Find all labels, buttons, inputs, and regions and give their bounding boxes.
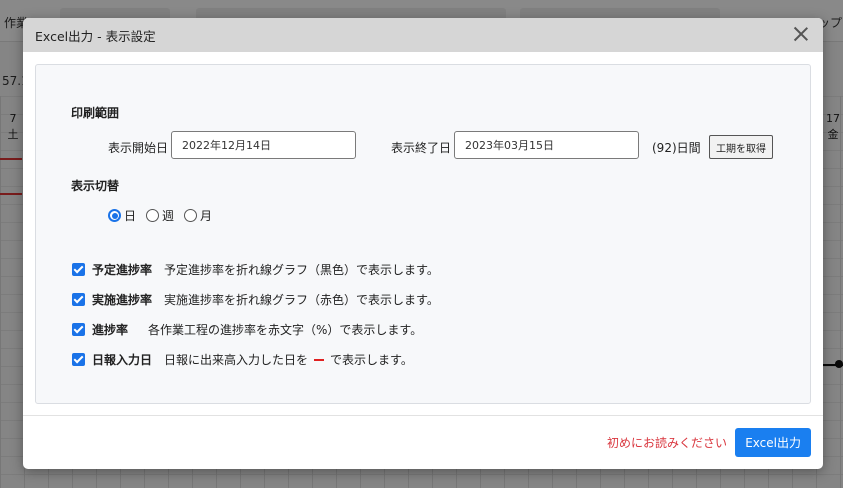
end-date-input[interactable] <box>454 131 639 159</box>
red-marker-icon <box>314 358 325 361</box>
fetch-period-button[interactable]: 工期を取得 <box>709 135 773 159</box>
planned-progress-checkbox[interactable] <box>72 263 85 276</box>
radio-label: 週 <box>162 209 175 223</box>
start-date-label: 表示開始日 <box>108 141 169 155</box>
check-row-daily-report-date: 日報入力日 日報に出来高入力した日を で表示します。 <box>72 351 413 368</box>
view-switch-heading: 表示切替 <box>71 179 120 193</box>
check-description: 予定進捗率を折れ線グラフ（黒色）で表示します。 <box>164 263 439 277</box>
radio-button[interactable] <box>146 209 160 222</box>
check-name: 日報入力日 <box>92 353 153 367</box>
check-row-actual-progress: 実施進捗率 実施進捗率を折れ線グラフ（赤色）で表示します。 <box>72 291 439 308</box>
check-description: 各作業工程の進捗率を赤文字（%）で表示します。 <box>148 323 423 337</box>
check-name: 予定進捗率 <box>92 263 153 277</box>
radio-option-month[interactable]: 月 <box>184 207 212 224</box>
check-name: 実施進捗率 <box>92 293 153 307</box>
day-count: (92)日間 <box>652 141 701 155</box>
check-description: 日報に出来高入力した日を <box>164 353 309 367</box>
actual-progress-checkbox[interactable] <box>72 293 85 306</box>
radio-button[interactable] <box>108 209 121 222</box>
radio-option-week[interactable]: 週 <box>146 207 174 224</box>
check-name: 進捗率 <box>92 323 129 337</box>
dialog-footer: 初めにお読みください Excel出力 <box>23 415 823 469</box>
progress-rate-checkbox[interactable] <box>72 323 85 336</box>
read-first-link[interactable]: 初めにお読みください <box>607 434 727 451</box>
check-row-progress-rate: 進捗率 各作業工程の進捗率を赤文字（%）で表示します。 <box>72 321 422 338</box>
radio-option-day[interactable]: 日 <box>108 207 136 224</box>
excel-export-dialog: Excel出力 - 表示設定 印刷範囲 表示開始日 表示終了日 (92)日間 工… <box>23 18 823 469</box>
excel-export-button[interactable]: Excel出力 <box>735 428 811 457</box>
check-description: で表示します。 <box>330 353 413 367</box>
close-icon[interactable] <box>793 26 809 42</box>
end-date-label: 表示終了日 <box>391 141 452 155</box>
view-switch-radio-group: 日 週 月 <box>108 207 218 224</box>
check-row-planned-progress: 予定進捗率 予定進捗率を折れ線グラフ（黒色）で表示します。 <box>72 261 439 278</box>
settings-panel: 印刷範囲 表示開始日 表示終了日 (92)日間 工期を取得 表示切替 日 週 月… <box>35 64 811 404</box>
check-description: 実施進捗率を折れ線グラフ（赤色）で表示します。 <box>164 293 439 307</box>
radio-label: 日 <box>124 209 137 223</box>
radio-label: 月 <box>200 209 213 223</box>
start-date-input[interactable] <box>171 131 356 159</box>
daily-report-date-checkbox[interactable] <box>72 353 85 366</box>
print-range-heading: 印刷範囲 <box>71 106 120 120</box>
dialog-header: Excel出力 - 表示設定 <box>23 18 823 52</box>
radio-button[interactable] <box>184 209 198 222</box>
dialog-title: Excel出力 - 表示設定 <box>35 28 156 44</box>
